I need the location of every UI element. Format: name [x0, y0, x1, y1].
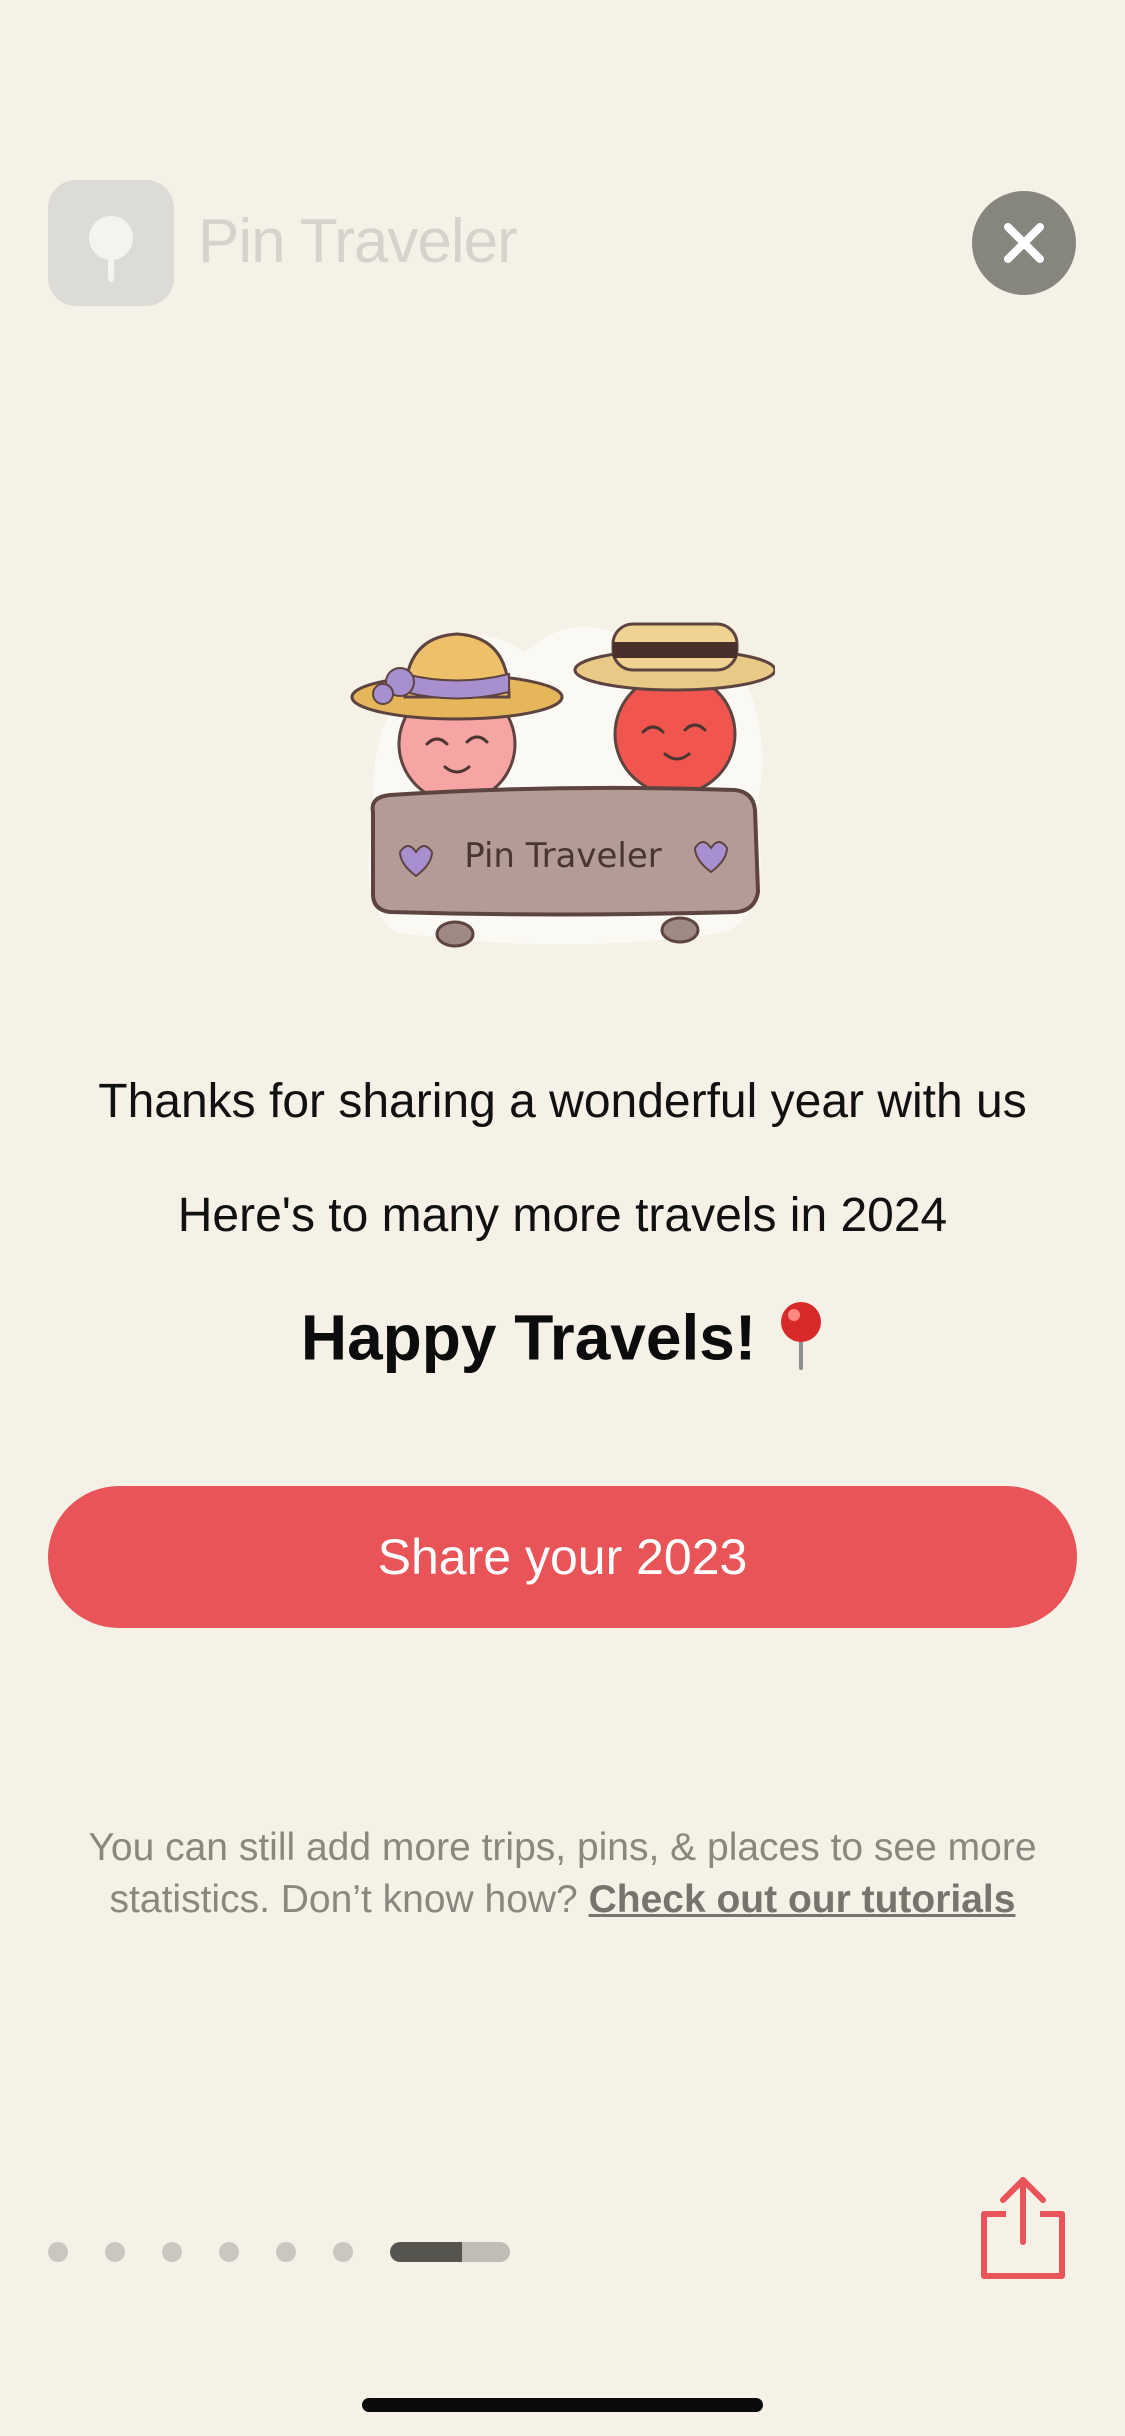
- illustration-sign-text: Pin Traveler: [464, 836, 662, 876]
- share-your-year-button[interactable]: Share your 2023: [48, 1486, 1077, 1628]
- footer-note: You can still add more trips, pins, & pl…: [30, 1822, 1095, 1926]
- page-indicator-dot[interactable]: [276, 2242, 296, 2262]
- page-indicator-dot[interactable]: [219, 2242, 239, 2262]
- round-pushpin-icon: [778, 1300, 824, 1385]
- pin-logo-icon: [89, 216, 133, 282]
- page-progress-fill: [390, 2242, 462, 2262]
- tutorials-link[interactable]: Check out our tutorials: [589, 1878, 1016, 1921]
- happy-travels-text: Happy Travels!: [300, 1301, 757, 1374]
- pin-traveler-mascots-illustration: Pin Traveler: [350, 622, 775, 948]
- home-indicator[interactable]: [362, 2398, 763, 2412]
- close-icon: [1004, 223, 1044, 263]
- share-icon[interactable]: [976, 2172, 1070, 2284]
- close-button[interactable]: [972, 191, 1076, 295]
- page-indicator-current[interactable]: [390, 2242, 510, 2262]
- page-indicator-dot[interactable]: [105, 2242, 125, 2262]
- app-name: Pin Traveler: [198, 207, 518, 276]
- thanks-message: Thanks for sharing a wonderful year with…: [98, 1075, 1027, 1128]
- app-logo: [48, 180, 174, 306]
- next-year-message: Here's to many more travels in 2024: [177, 1189, 948, 1242]
- happy-travels-heading: Happy Travels!: [0, 1300, 1125, 1385]
- page-indicator-dot[interactable]: [333, 2242, 353, 2262]
- page-indicator-dot[interactable]: [162, 2242, 182, 2262]
- page-indicator-dot[interactable]: [48, 2242, 68, 2262]
